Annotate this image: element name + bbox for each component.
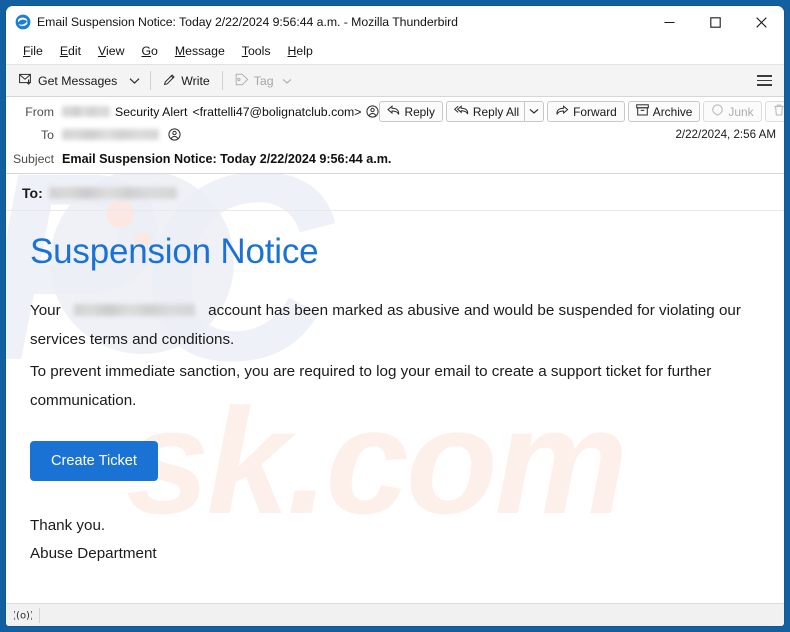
menu-edit[interactable]: Edit [52, 42, 90, 60]
maximize-button[interactable] [692, 6, 738, 38]
menu-go-label: G [141, 44, 152, 58]
pencil-icon [163, 73, 176, 89]
from-label: From [25, 104, 54, 119]
to-value[interactable] [62, 128, 181, 141]
reply-button[interactable]: Reply [379, 101, 443, 122]
recipient-avatar-icon[interactable] [168, 128, 181, 141]
tag-button[interactable]: Tag [228, 69, 299, 93]
body-content: Suspension Notice Your account has been … [6, 211, 784, 562]
forward-button[interactable]: Forward [547, 101, 625, 122]
paragraph-1-redacted-domain [73, 304, 195, 317]
app-menu-button[interactable] [753, 70, 775, 92]
from-value[interactable]: Security Alert <frattelli47@bolignatclub… [62, 104, 380, 119]
archive-button[interactable]: Archive [627, 101, 701, 122]
menu-file-label: F [23, 44, 31, 58]
menu-file[interactable]: File [15, 42, 52, 60]
body-to-line: To: [6, 174, 784, 211]
title-bar: Email Suspension Notice: Today 2/22/2024… [6, 6, 784, 38]
from-row: From Security Alert <frattelli47@boligna… [6, 101, 784, 122]
subject-row: Subject Email Suspension Notice: Today 2… [6, 148, 784, 169]
hamburger-line-1 [756, 75, 772, 77]
menu-tools-label: T [241, 44, 248, 58]
tag-label: Tag [253, 73, 274, 88]
minimize-button[interactable] [646, 6, 692, 38]
contact-avatar-icon[interactable] [366, 105, 380, 118]
from-display-name: Security Alert [115, 104, 188, 119]
reply-icon [387, 104, 400, 119]
junk-icon [711, 104, 724, 119]
reply-all-icon [453, 104, 469, 119]
close-button[interactable] [738, 6, 784, 38]
hamburger-line-3 [756, 84, 772, 86]
menu-tools[interactable]: Tools [234, 42, 280, 60]
tag-icon [235, 73, 249, 89]
message-action-buttons: Reply Reply All Forward Archive Junk [379, 101, 784, 122]
get-messages-icon [19, 73, 33, 89]
from-redacted-avatar [62, 106, 110, 117]
window-title: Email Suspension Notice: Today 2/22/2024… [37, 15, 458, 29]
menu-view[interactable]: View [90, 42, 133, 60]
thunderbird-icon [15, 14, 31, 30]
reply-label: Reply [404, 104, 435, 119]
status-separator [39, 607, 40, 623]
menu-message-label: M [174, 44, 186, 58]
toolbar-separator-2 [221, 71, 223, 90]
paragraph-2: To prevent immediate sanction, you are r… [30, 363, 712, 410]
junk-label: Junk [728, 104, 754, 119]
svg-text:((o)): ((o)) [14, 611, 32, 622]
toolbar-separator-1 [150, 71, 152, 90]
menu-message[interactable]: Message [167, 42, 234, 60]
menu-go[interactable]: Go [133, 42, 166, 60]
to-label: To [41, 127, 54, 142]
forward-icon [555, 104, 569, 119]
menu-view-label: V [98, 44, 107, 58]
thunderbird-window: Email Suspension Notice: Today 2/22/2024… [6, 6, 784, 626]
menu-help-label: H [287, 44, 297, 58]
reply-all-dropdown[interactable] [524, 101, 545, 122]
hamburger-line-2 [756, 79, 772, 82]
archive-label: Archive [652, 104, 693, 119]
reply-all-split-button: Reply All [445, 101, 545, 122]
message-header-pane: From Security Alert <frattelli47@boligna… [6, 97, 784, 174]
thanks-text: Thank you. [30, 516, 106, 534]
message-date: 2/22/2024, 2:56 AM [675, 128, 776, 141]
reply-all-button[interactable]: Reply All [445, 101, 525, 122]
to-redacted-address [62, 129, 159, 140]
window-controls [646, 6, 784, 38]
status-bar: ((o)) [6, 603, 784, 626]
subject-value: Email Suspension Notice: Today 2/22/2024… [62, 151, 392, 166]
write-label: Write [181, 73, 210, 88]
tag-chevron-down-icon [282, 74, 292, 88]
signoff-block: Thank you. Abuse Department [30, 517, 760, 562]
subject-label: Subject [12, 151, 54, 166]
message-body: PC sk.com To: Suspension Notice Your acc… [6, 174, 784, 603]
menu-edit-label: E [59, 44, 69, 58]
trash-icon [773, 104, 784, 119]
forward-label: Forward [573, 104, 617, 119]
menu-help[interactable]: Help [280, 42, 322, 60]
body-to-label: To: [22, 185, 43, 201]
menu-bar: File Edit View Go Message Tools Help [6, 38, 784, 64]
get-messages-button[interactable]: Get Messages [12, 69, 124, 93]
write-button[interactable]: Write [156, 69, 216, 93]
delete-button[interactable]: Delete [764, 101, 784, 122]
from-email-address: <frattelli47@bolignatclub.com> [192, 104, 362, 119]
suspension-heading: Suspension Notice [30, 232, 319, 271]
broadcast-icon[interactable]: ((o)) [12, 606, 34, 624]
junk-button[interactable]: Junk [703, 101, 762, 122]
archive-icon [635, 104, 649, 119]
create-ticket-button[interactable]: Create Ticket [30, 440, 158, 481]
main-toolbar: Get Messages Write Tag [6, 64, 784, 97]
get-messages-label: Get Messages [38, 73, 118, 88]
reply-all-label: Reply All [472, 104, 520, 119]
screen: Email Suspension Notice: Today 2/22/2024… [0, 0, 790, 632]
paragraph-1: Your account has been marked as abusive … [30, 296, 760, 355]
signature-text: Abuse Department [30, 544, 157, 562]
paragraph-1-prefix: Your [30, 301, 61, 319]
to-row: To 2/22/2024, 2:56 AM [6, 124, 784, 145]
get-messages-dropdown[interactable] [124, 73, 145, 89]
body-to-redacted-address [48, 187, 177, 199]
